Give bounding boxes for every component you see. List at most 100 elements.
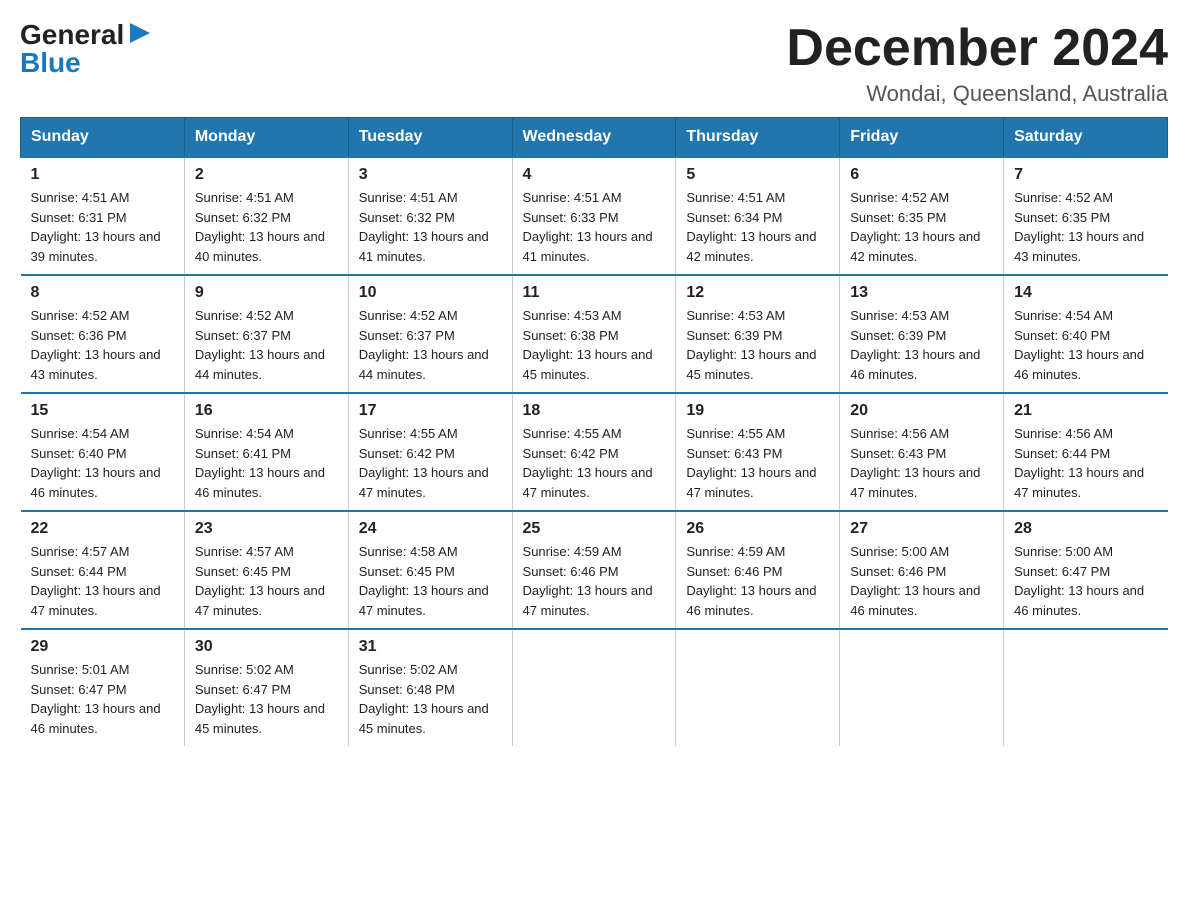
day-info: Sunrise: 4:57 AMSunset: 6:45 PMDaylight:… bbox=[195, 542, 338, 620]
calendar-day-header-sunday: Sunday bbox=[21, 118, 185, 158]
calendar-day-13: 13Sunrise: 4:53 AMSunset: 6:39 PMDayligh… bbox=[840, 275, 1004, 393]
calendar-day-9: 9 Sunrise: 4:52 AMSunset: 6:37 PMDaylight… bbox=[184, 275, 348, 393]
calendar-week-row-1: 1 Sunrise: 4:51 AMSunset: 6:31 PMDaylight… bbox=[21, 157, 1168, 275]
calendar-day-15: 15Sunrise: 4:54 AMSunset: 6:40 PMDayligh… bbox=[21, 393, 185, 511]
day-number: 22 bbox=[31, 520, 174, 538]
day-info: Sunrise: 5:02 AMSunset: 6:47 PMDaylight:… bbox=[195, 660, 338, 738]
calendar-week-row-4: 22 Sunrise: 4:57 AMSunset: 6:44 PMDayligh… bbox=[21, 511, 1168, 629]
calendar-table: SundayMondayTuesdayWednesdayThursdayFrid… bbox=[20, 117, 1168, 746]
day-info: Sunrise: 4:56 AMSunset: 6:43 PMDaylight:… bbox=[850, 424, 993, 502]
calendar-day-2: 2Sunrise: 4:51 AMSunset: 6:32 PMDaylight… bbox=[184, 157, 348, 275]
calendar-day-header-thursday: Thursday bbox=[676, 118, 840, 158]
calendar-day-30: 30 Sunrise: 5:02 AMSunset: 6:47 PMDayligh… bbox=[184, 629, 348, 746]
day-number: 20 bbox=[850, 402, 993, 420]
calendar-day-1: 1 Sunrise: 4:51 AMSunset: 6:31 PMDaylight… bbox=[21, 157, 185, 275]
day-number: 5 bbox=[686, 166, 829, 184]
logo: General Blue bbox=[20, 20, 154, 79]
calendar-day-26: 26 Sunrise: 4:59 AMSunset: 6:46 PMDayligh… bbox=[676, 511, 840, 629]
day-number: 7 bbox=[1014, 166, 1157, 184]
calendar-day-18: 18 Sunrise: 4:55 AMSunset: 6:42 PMDayligh… bbox=[512, 393, 676, 511]
day-info: Sunrise: 5:02 AMSunset: 6:48 PMDaylight:… bbox=[359, 660, 502, 738]
calendar-week-row-2: 8 Sunrise: 4:52 AMSunset: 6:36 PMDaylight… bbox=[21, 275, 1168, 393]
day-number: 16 bbox=[195, 402, 338, 420]
logo-blue: Blue bbox=[20, 47, 81, 79]
day-info: Sunrise: 4:58 AMSunset: 6:45 PMDaylight:… bbox=[359, 542, 502, 620]
location: Wondai, Queensland, Australia bbox=[786, 81, 1168, 107]
calendar-day-17: 17Sunrise: 4:55 AMSunset: 6:42 PMDayligh… bbox=[348, 393, 512, 511]
day-info: Sunrise: 4:55 AMSunset: 6:42 PMDaylight:… bbox=[523, 424, 666, 502]
calendar-day-12: 12 Sunrise: 4:53 AMSunset: 6:39 PMDayligh… bbox=[676, 275, 840, 393]
day-info: Sunrise: 4:51 AMSunset: 6:33 PMDaylight:… bbox=[523, 188, 666, 266]
calendar-day-5: 5 Sunrise: 4:51 AMSunset: 6:34 PMDaylight… bbox=[676, 157, 840, 275]
day-info: Sunrise: 4:53 AMSunset: 6:39 PMDaylight:… bbox=[686, 306, 829, 384]
day-number: 26 bbox=[686, 520, 829, 538]
day-number: 30 bbox=[195, 638, 338, 656]
calendar-day-20: 20 Sunrise: 4:56 AMSunset: 6:43 PMDayligh… bbox=[840, 393, 1004, 511]
month-title: December 2024 bbox=[786, 20, 1168, 77]
day-info: Sunrise: 4:51 AMSunset: 6:34 PMDaylight:… bbox=[686, 188, 829, 266]
day-number: 11 bbox=[523, 284, 666, 302]
calendar-day-11: 11 Sunrise: 4:53 AMSunset: 6:38 PMDayligh… bbox=[512, 275, 676, 393]
day-number: 29 bbox=[31, 638, 174, 656]
day-info: Sunrise: 4:52 AMSunset: 6:37 PMDaylight:… bbox=[359, 306, 502, 384]
day-info: Sunrise: 4:52 AMSunset: 6:36 PMDaylight:… bbox=[31, 306, 174, 384]
day-info: Sunrise: 4:53 AMSunset: 6:38 PMDaylight:… bbox=[523, 306, 666, 384]
calendar-empty-cell bbox=[840, 629, 1004, 746]
day-number: 1 bbox=[31, 166, 174, 184]
day-info: Sunrise: 4:55 AMSunset: 6:43 PMDaylight:… bbox=[686, 424, 829, 502]
day-info: Sunrise: 4:52 AMSunset: 6:37 PMDaylight:… bbox=[195, 306, 338, 384]
calendar-day-4: 4 Sunrise: 4:51 AMSunset: 6:33 PMDaylight… bbox=[512, 157, 676, 275]
day-number: 21 bbox=[1014, 402, 1157, 420]
calendar-header: SundayMondayTuesdayWednesdayThursdayFrid… bbox=[21, 118, 1168, 158]
calendar-empty-cell bbox=[676, 629, 840, 746]
day-number: 27 bbox=[850, 520, 993, 538]
calendar-day-header-tuesday: Tuesday bbox=[348, 118, 512, 158]
day-number: 28 bbox=[1014, 520, 1157, 538]
day-info: Sunrise: 4:54 AMSunset: 6:40 PMDaylight:… bbox=[1014, 306, 1157, 384]
day-number: 15 bbox=[31, 402, 174, 420]
day-number: 19 bbox=[686, 402, 829, 420]
day-info: Sunrise: 4:57 AMSunset: 6:44 PMDaylight:… bbox=[31, 542, 174, 620]
title-block: December 2024 Wondai, Queensland, Austra… bbox=[786, 20, 1168, 107]
day-info: Sunrise: 4:54 AMSunset: 6:41 PMDaylight:… bbox=[195, 424, 338, 502]
day-number: 31 bbox=[359, 638, 502, 656]
day-info: Sunrise: 5:01 AMSunset: 6:47 PMDaylight:… bbox=[31, 660, 174, 738]
day-info: Sunrise: 4:56 AMSunset: 6:44 PMDaylight:… bbox=[1014, 424, 1157, 502]
day-info: Sunrise: 4:59 AMSunset: 6:46 PMDaylight:… bbox=[686, 542, 829, 620]
calendar-empty-cell bbox=[512, 629, 676, 746]
calendar-day-3: 3Sunrise: 4:51 AMSunset: 6:32 PMDaylight… bbox=[348, 157, 512, 275]
calendar-week-row-5: 29 Sunrise: 5:01 AMSunset: 6:47 PMDayligh… bbox=[21, 629, 1168, 746]
calendar-day-29: 29 Sunrise: 5:01 AMSunset: 6:47 PMDayligh… bbox=[21, 629, 185, 746]
day-number: 12 bbox=[686, 284, 829, 302]
calendar-day-header-wednesday: Wednesday bbox=[512, 118, 676, 158]
day-number: 4 bbox=[523, 166, 666, 184]
day-number: 13 bbox=[850, 284, 993, 302]
calendar-day-21: 21 Sunrise: 4:56 AMSunset: 6:44 PMDayligh… bbox=[1004, 393, 1168, 511]
calendar-header-row: SundayMondayTuesdayWednesdayThursdayFrid… bbox=[21, 118, 1168, 158]
calendar-day-header-monday: Monday bbox=[184, 118, 348, 158]
day-number: 6 bbox=[850, 166, 993, 184]
day-info: Sunrise: 4:51 AMSunset: 6:32 PMDaylight:… bbox=[359, 188, 502, 266]
day-number: 18 bbox=[523, 402, 666, 420]
day-info: Sunrise: 5:00 AMSunset: 6:46 PMDaylight:… bbox=[850, 542, 993, 620]
calendar-day-7: 7Sunrise: 4:52 AMSunset: 6:35 PMDaylight… bbox=[1004, 157, 1168, 275]
calendar-day-27: 27 Sunrise: 5:00 AMSunset: 6:46 PMDayligh… bbox=[840, 511, 1004, 629]
calendar-day-16: 16 Sunrise: 4:54 AMSunset: 6:41 PMDayligh… bbox=[184, 393, 348, 511]
calendar-week-row-3: 15Sunrise: 4:54 AMSunset: 6:40 PMDayligh… bbox=[21, 393, 1168, 511]
logo-arrow-icon bbox=[126, 19, 154, 47]
day-number: 14 bbox=[1014, 284, 1157, 302]
day-number: 17 bbox=[359, 402, 502, 420]
day-number: 8 bbox=[31, 284, 174, 302]
day-number: 24 bbox=[359, 520, 502, 538]
calendar-day-22: 22 Sunrise: 4:57 AMSunset: 6:44 PMDayligh… bbox=[21, 511, 185, 629]
calendar-day-14: 14 Sunrise: 4:54 AMSunset: 6:40 PMDayligh… bbox=[1004, 275, 1168, 393]
day-info: Sunrise: 4:51 AMSunset: 6:31 PMDaylight:… bbox=[31, 188, 174, 266]
calendar-day-8: 8 Sunrise: 4:52 AMSunset: 6:36 PMDaylight… bbox=[21, 275, 185, 393]
calendar-day-19: 19 Sunrise: 4:55 AMSunset: 6:43 PMDayligh… bbox=[676, 393, 840, 511]
calendar-day-6: 6 Sunrise: 4:52 AMSunset: 6:35 PMDaylight… bbox=[840, 157, 1004, 275]
day-number: 9 bbox=[195, 284, 338, 302]
calendar-day-25: 25Sunrise: 4:59 AMSunset: 6:46 PMDayligh… bbox=[512, 511, 676, 629]
day-info: Sunrise: 4:52 AMSunset: 6:35 PMDaylight:… bbox=[850, 188, 993, 266]
day-number: 23 bbox=[195, 520, 338, 538]
calendar-day-31: 31 Sunrise: 5:02 AMSunset: 6:48 PMDayligh… bbox=[348, 629, 512, 746]
